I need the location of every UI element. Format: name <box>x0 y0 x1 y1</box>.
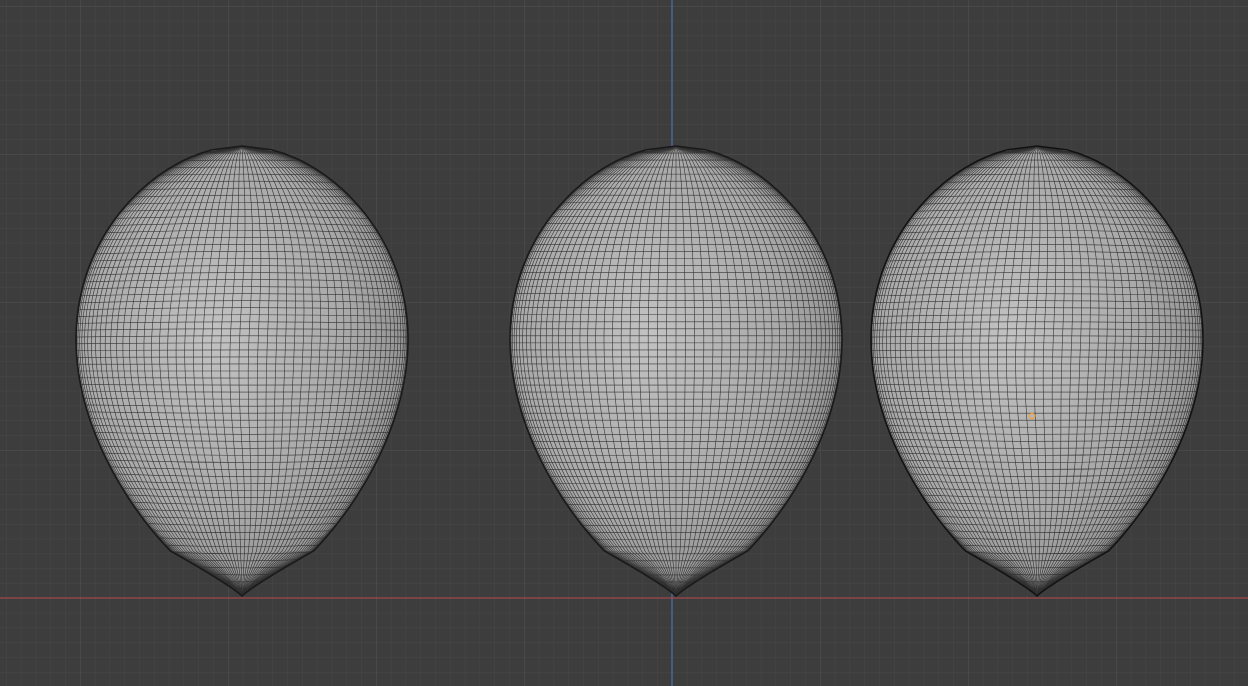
viewport-canvas[interactable] <box>0 0 1248 686</box>
3d-viewport[interactable] <box>0 0 1248 686</box>
